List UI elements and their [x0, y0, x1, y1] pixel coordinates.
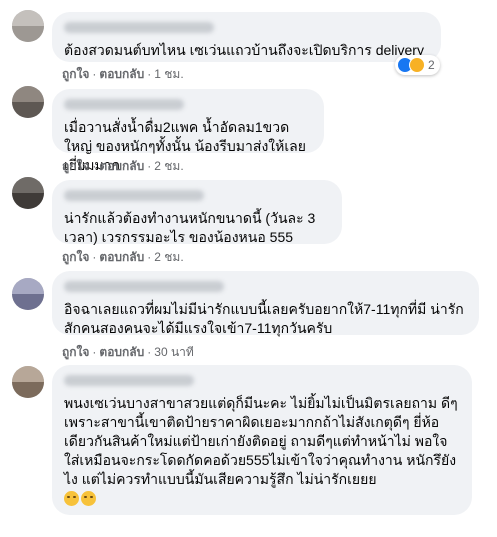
comment-actions: ถูกใจ · ตอบกลับ · 30 นาที — [62, 344, 194, 360]
author-name-redacted[interactable] — [64, 375, 194, 386]
separator: · — [92, 67, 97, 81]
like-button[interactable]: ถูกใจ — [62, 67, 89, 81]
comment-text: น่ารักแล้วต้องทำงานหนักขนาดนี้ (วันละ 3 … — [64, 210, 320, 245]
reply-button[interactable]: ตอบกลับ — [99, 159, 144, 173]
like-button[interactable]: ถูกใจ — [62, 345, 89, 359]
author-name-redacted[interactable] — [64, 22, 214, 33]
comment-bubble: เมื่อวานสั่งน้ำดื่ม2แพค น้ำอัดลม1ขวดใหญ่… — [52, 89, 324, 173]
like-button[interactable]: ถูกใจ — [62, 250, 89, 264]
separator: · — [147, 67, 152, 81]
comment-text: พนงเซเว่นบางสาขาสวยแต่ดุก็มีนะคะ ไม่ยิ้ม… — [64, 394, 460, 508]
author-name-redacted[interactable] — [64, 190, 204, 201]
comment-bubble: พนงเซเว่นบางสาขาสวยแต่ดุก็มีนะคะ ไม่ยิ้ม… — [52, 365, 472, 515]
comment-text: อิจฉาเลยแถวที่ผมไม่มีน่ารักแบบนี้เลยครับ… — [64, 301, 464, 336]
like-button[interactable]: ถูกใจ — [62, 159, 89, 173]
avatar[interactable] — [12, 366, 44, 398]
sad-face-icon — [81, 491, 96, 506]
separator: · — [92, 250, 97, 264]
timestamp[interactable]: 30 นาที — [154, 345, 194, 359]
comment-actions: ถูกใจ · ตอบกลับ · 2 ชม. — [62, 158, 184, 174]
timestamp[interactable]: 2 ชม. — [154, 159, 183, 173]
reply-button[interactable]: ตอบกลับ — [99, 250, 144, 264]
separator: · — [147, 250, 152, 264]
avatar[interactable] — [12, 278, 44, 310]
sad-face-icon — [64, 491, 79, 506]
comment-text: ต้องสวดมนต์บทไหน เซเว่นแถวบ้านถึงจะเปิดบ… — [64, 42, 424, 58]
separator: · — [92, 159, 97, 173]
avatar[interactable] — [12, 86, 44, 118]
reply-button[interactable]: ตอบกลับ — [99, 67, 144, 81]
separator: · — [92, 345, 97, 359]
haha-icon — [409, 57, 425, 73]
reaction-count: 2 — [428, 58, 435, 72]
comment-actions: ถูกใจ · ตอบกลับ · 1 ชม. — [62, 66, 184, 82]
avatar[interactable] — [12, 10, 44, 42]
comment-body: พนงเซเว่นบางสาขาสวยแต่ดุก็มีนะคะ ไม่ยิ้ม… — [64, 395, 458, 487]
separator: · — [147, 345, 152, 359]
comment-bubble: น่ารักแล้วต้องทำงานหนักขนาดนี้ (วันละ 3 … — [52, 180, 342, 245]
comment-bubble: อิจฉาเลยแถวที่ผมไม่มีน่ารักแบบนี้เลยครับ… — [52, 271, 479, 336]
reaction-summary[interactable]: 2 — [395, 55, 440, 75]
author-name-redacted[interactable] — [64, 281, 224, 292]
timestamp[interactable]: 1 ชม. — [154, 67, 183, 81]
avatar[interactable] — [12, 177, 44, 209]
comment-bubble: ต้องสวดมนต์บทไหน เซเว่นแถวบ้านถึงจะเปิดบ… — [52, 12, 441, 62]
timestamp[interactable]: 2 ชม. — [154, 250, 183, 264]
comment-actions: ถูกใจ · ตอบกลับ · 2 ชม. — [62, 249, 184, 265]
separator: · — [147, 159, 152, 173]
reply-button[interactable]: ตอบกลับ — [99, 345, 144, 359]
author-name-redacted[interactable] — [64, 99, 184, 110]
